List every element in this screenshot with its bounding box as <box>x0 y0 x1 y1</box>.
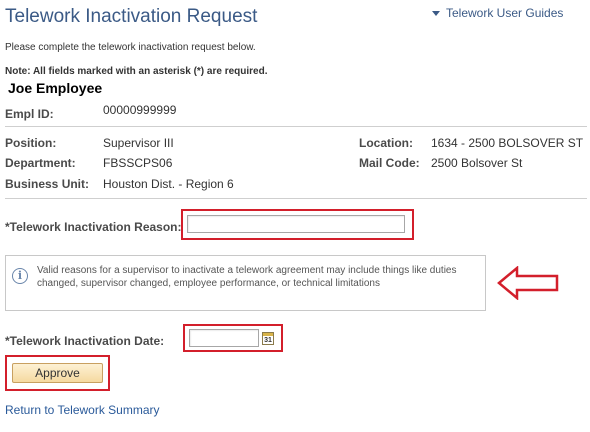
employee-name: Joe Employee <box>8 80 103 96</box>
department-label: Department: <box>5 156 76 170</box>
date-input[interactable] <box>189 329 259 347</box>
info-box: i Valid reasons for a supervisor to inac… <box>5 255 486 311</box>
empl-id-label: Empl ID: <box>5 107 54 121</box>
instructions-text: Please complete the telework inactivatio… <box>5 42 256 53</box>
position-value: Supervisor III <box>103 136 174 150</box>
reason-label: *Telework Inactivation Reason: <box>5 220 182 234</box>
dropdown-arrow-icon <box>432 10 440 16</box>
page-title: Telework Inactivation Request <box>5 6 258 27</box>
divider <box>5 126 587 127</box>
department-value: FBSSCPS06 <box>103 156 173 170</box>
divider <box>5 198 587 199</box>
info-text: Valid reasons for a supervisor to inacti… <box>37 265 457 289</box>
location-value: 1634 - 2500 BOLSOVER ST <box>431 136 584 150</box>
mail-code-value: 2500 Bolsover St <box>431 156 523 170</box>
date-label: *Telework Inactivation Date: <box>5 334 165 348</box>
location-label: Location: <box>359 136 413 150</box>
calendar-icon[interactable]: 31 <box>262 332 274 345</box>
reason-input[interactable] <box>187 215 405 233</box>
info-icon: i <box>12 268 28 284</box>
mail-code-label: Mail Code: <box>359 156 420 170</box>
calendar-day: 31 <box>264 337 272 344</box>
red-left-arrow-icon <box>497 266 559 300</box>
telework-user-guides-link[interactable]: Telework User Guides <box>432 6 563 20</box>
position-label: Position: <box>5 136 57 150</box>
approve-button[interactable]: Approve <box>12 363 103 383</box>
return-to-summary-link[interactable]: Return to Telework Summary <box>5 403 160 417</box>
required-note: Note: All fields marked with an asterisk… <box>5 66 268 77</box>
empl-id-value: 00000999999 <box>103 103 177 117</box>
guides-link-label: Telework User Guides <box>446 6 564 20</box>
business-unit-label: Business Unit: <box>5 177 90 191</box>
business-unit-value: Houston Dist. - Region 6 <box>103 177 234 191</box>
